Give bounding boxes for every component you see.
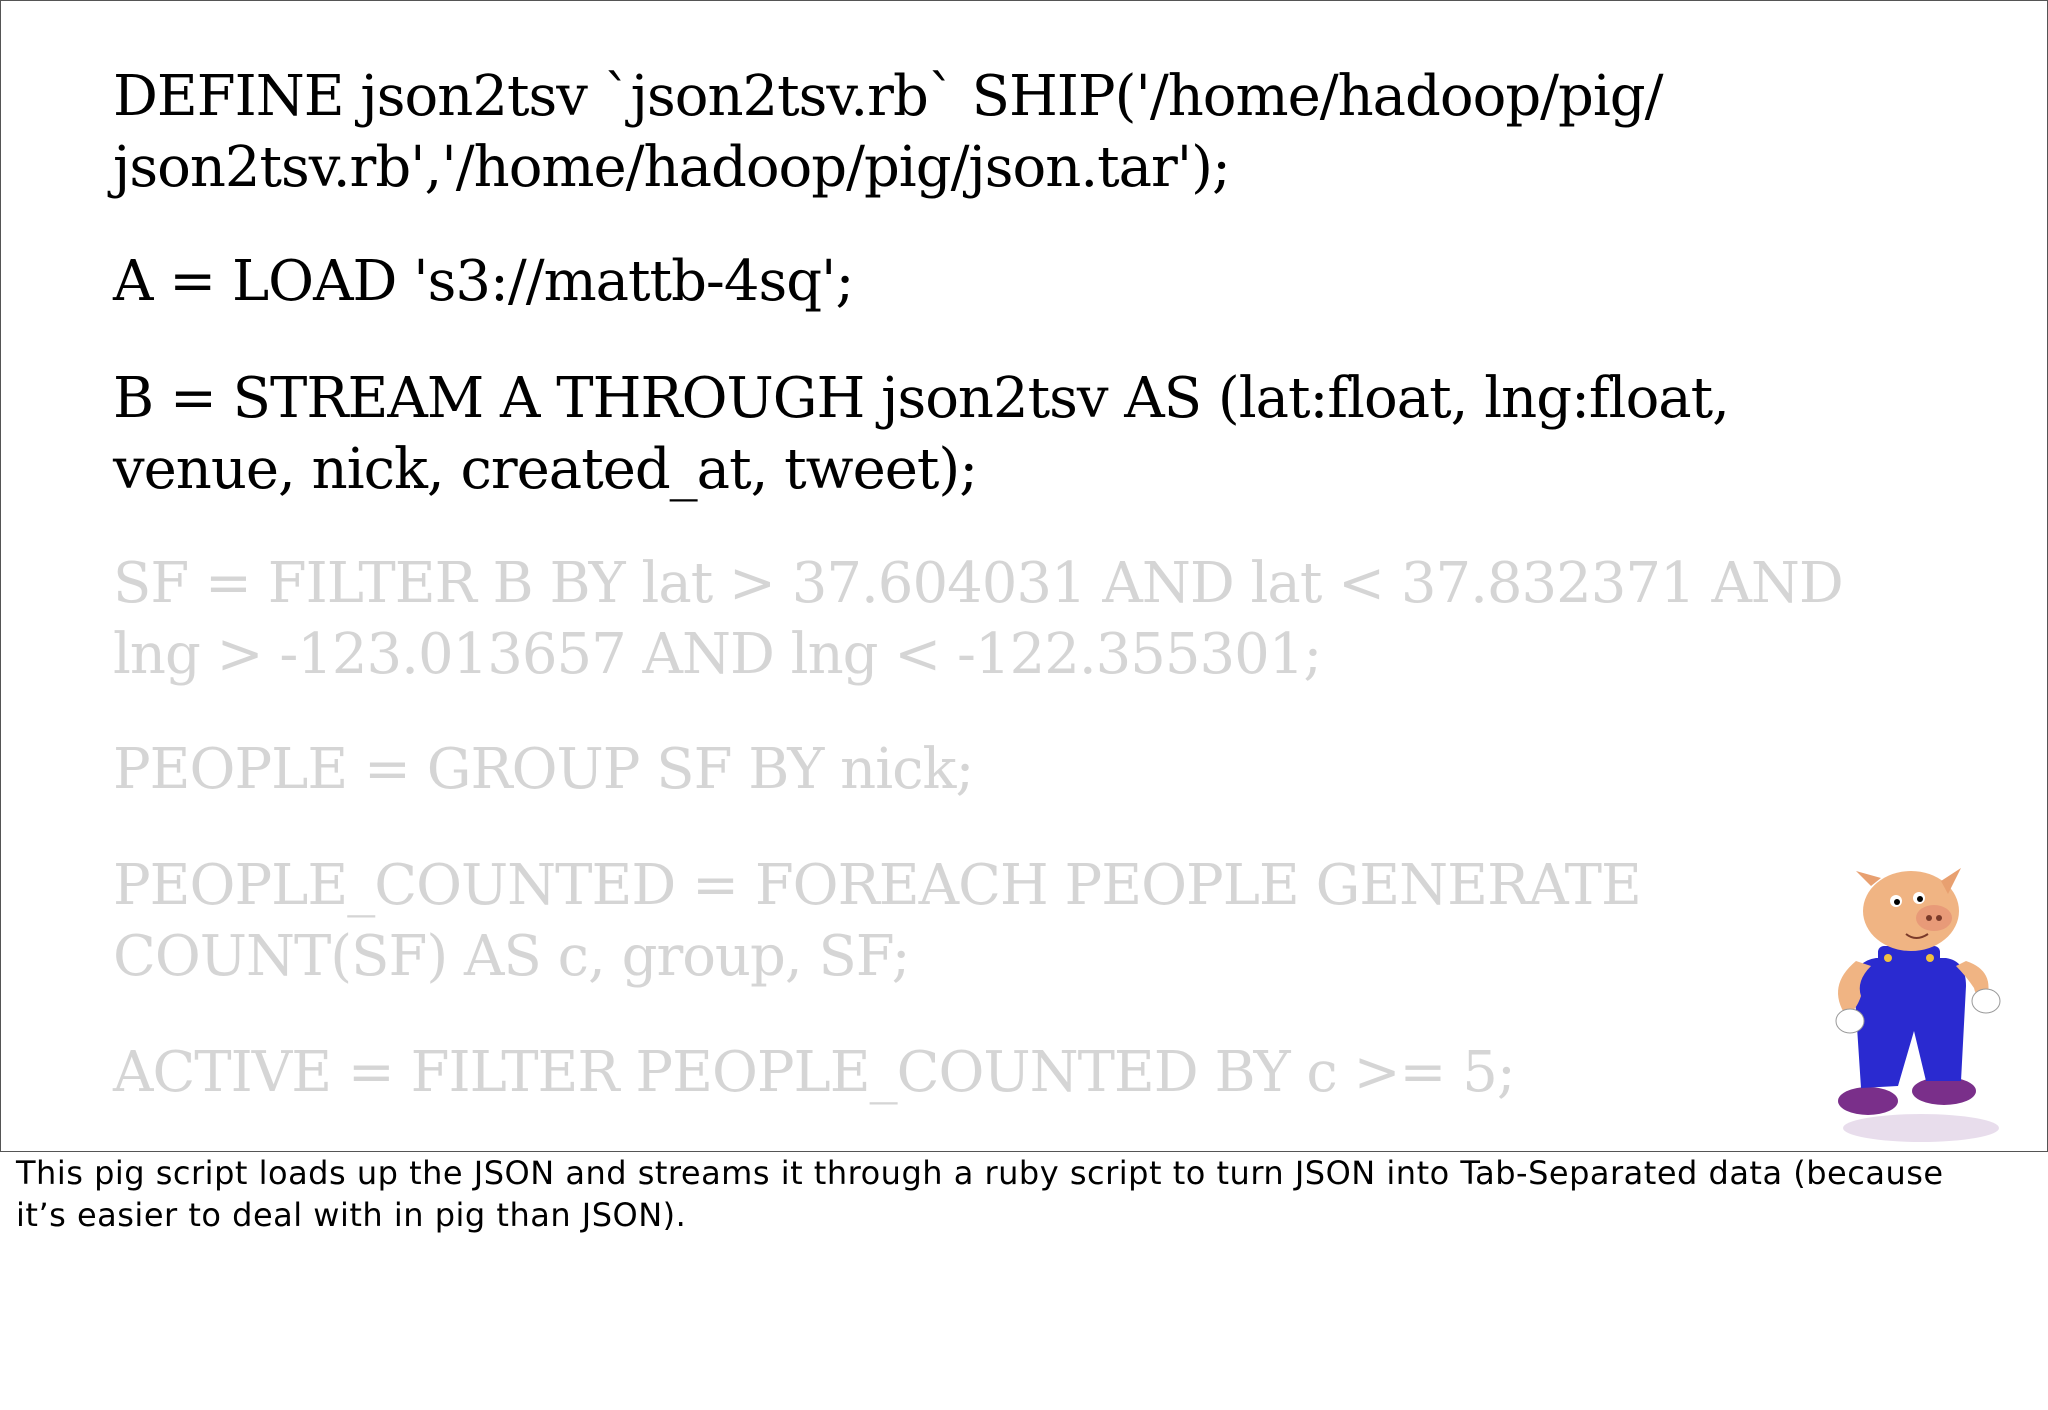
- code-line-define-2: json2tsv.rb','/home/hadoop/pig/json.tar'…: [113, 135, 1231, 200]
- code-line-define-1: DEFINE json2tsv `json2tsv.rb` SHIP('/hom…: [113, 64, 1664, 129]
- pig-mascot-icon: [1835, 868, 2001, 1142]
- code-line-group: PEOPLE = GROUP SF BY nick;: [113, 737, 974, 802]
- slide-canvas: DEFINE json2tsv `json2tsv.rb` SHIP('/hom…: [0, 0, 2048, 1152]
- code-line-active-filter: ACTIVE = FILTER PEOPLE_COUNTED BY c >= 5…: [113, 1040, 1516, 1105]
- presenter-notes: This pig script loads up the JSON and st…: [16, 1152, 2026, 1236]
- code-line-foreach-1: PEOPLE_COUNTED = FOREACH PEOPLE GENERATE: [113, 853, 1642, 918]
- code-line-stream-2: venue, nick, created_at, tweet);: [113, 437, 978, 502]
- code-line-filter-1: SF = FILTER B BY lat > 37.604031 AND lat…: [113, 551, 1844, 616]
- notes-line-1: This pig script loads up the JSON and st…: [16, 1154, 1944, 1192]
- code-line-stream-1: B = STREAM A THROUGH json2tsv AS (lat:fl…: [113, 366, 1730, 431]
- code-line-load: A = LOAD 's3://mattb-4sq';: [113, 249, 854, 314]
- notes-line-2: it’s easier to deal with in pig than JSO…: [16, 1196, 687, 1234]
- code-line-filter-2: lng > -123.013657 AND lng < -122.355301;: [113, 622, 1322, 687]
- code-line-foreach-2: COUNT(SF) AS c, group, SF;: [113, 924, 911, 989]
